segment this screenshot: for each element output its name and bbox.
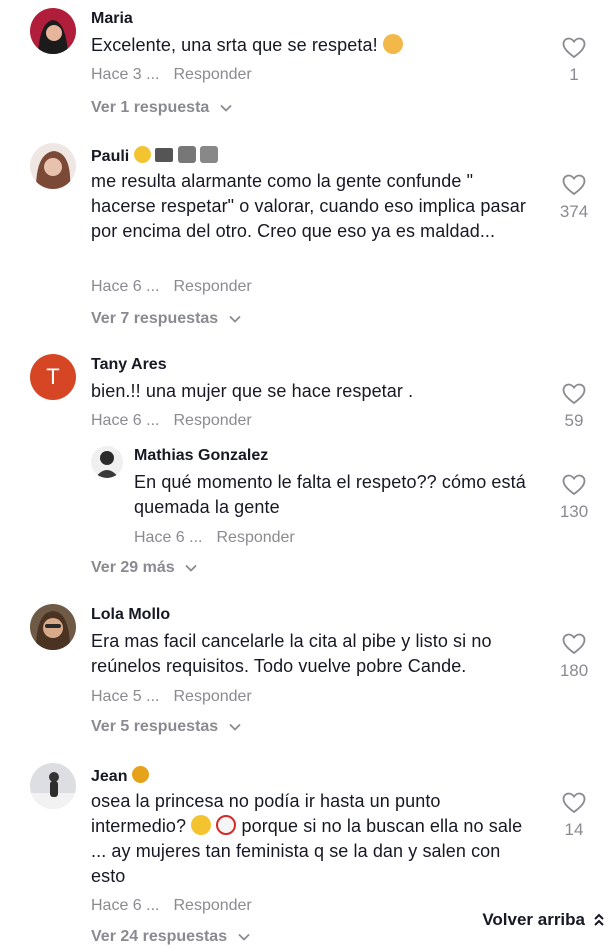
comment-username[interactable]: Lola Mollo <box>91 606 170 624</box>
comment-time: Hace 6 ... <box>91 412 160 429</box>
comment-username-text: Jean <box>91 768 128 785</box>
heart-icon <box>562 633 586 655</box>
double-chevron-up-icon <box>594 913 604 926</box>
view-replies-button[interactable]: Ver 1 respuesta <box>91 99 232 117</box>
avatar-letter: T <box>46 364 60 389</box>
like-count: 14 <box>564 820 584 839</box>
waves-emoji-icon <box>155 148 174 162</box>
sunflower-emoji-icon <box>131 766 149 783</box>
heart-icon <box>562 792 586 814</box>
view-more-replies-button[interactable]: Ver 29 más <box>91 559 197 577</box>
clown-face-emoji-icon <box>216 815 237 835</box>
reply-button[interactable]: Responder <box>173 688 251 705</box>
like-button[interactable]: 14 <box>556 792 592 840</box>
comment-text: bien.!! una mujer que se hace respetar . <box>91 381 414 401</box>
comment-meta: Hace 5 ... Responder <box>91 688 252 706</box>
comment-meta: Hace 6 ... Responder <box>91 897 252 915</box>
comment-time: Hace 6 ... <box>91 897 160 914</box>
view-replies-label: Ver 1 respuesta <box>91 99 210 116</box>
like-count: 59 <box>564 411 584 430</box>
avatar[interactable] <box>91 446 123 478</box>
heart-icon <box>562 174 586 196</box>
face-emoji-icon <box>133 146 151 163</box>
like-button[interactable]: 1 <box>556 37 592 85</box>
avatar[interactable] <box>30 8 76 54</box>
reply-text: En qué momento le falta el respeto?? cóm… <box>134 472 526 517</box>
like-button[interactable]: 180 <box>556 633 592 681</box>
avatar[interactable] <box>30 143 76 189</box>
back-to-top-button[interactable]: Volver arriba <box>459 900 609 940</box>
like-count: 130 <box>559 502 589 521</box>
like-count: 1 <box>569 65 579 84</box>
like-button[interactable]: 130 <box>556 474 592 522</box>
comment-username[interactable]: Jean <box>91 766 149 786</box>
avatar[interactable]: T <box>30 354 76 400</box>
comment-time: Hace 3 ... <box>91 66 160 83</box>
comment-time: Hace 5 ... <box>91 688 160 705</box>
view-replies-button[interactable]: Ver 5 respuestas <box>91 718 241 736</box>
view-replies-label: Ver 7 respuestas <box>91 310 219 327</box>
chevron-down-icon <box>237 933 250 941</box>
comment-username[interactable]: Maria <box>91 10 133 28</box>
back-to-top-label: Volver arriba <box>482 910 585 929</box>
comment-text: Excelente, una srta que se respeta! <box>91 33 531 58</box>
comment-meta: Hace 3 ... Responder <box>91 66 252 84</box>
reply-button[interactable]: Responder <box>173 66 251 83</box>
comment-meta: Hace 6 ... Responder <box>91 278 252 296</box>
chevron-down-icon <box>229 723 241 731</box>
avatar[interactable] <box>30 763 76 809</box>
like-button[interactable]: 59 <box>556 383 592 431</box>
heart-icon <box>562 383 586 405</box>
like-count: 374 <box>559 202 589 221</box>
comment-text: Era mas facil cancelarle la cita al pibe… <box>91 631 492 676</box>
view-replies-button[interactable]: Ver 24 respuestas <box>91 928 250 946</box>
chevron-down-icon <box>185 564 197 572</box>
reply-button[interactable]: Responder <box>173 897 251 914</box>
like-button[interactable]: 374 <box>556 174 592 222</box>
comment-text: me resulta alarmante como la gente confu… <box>91 171 526 241</box>
reply-button[interactable]: Responder <box>173 412 251 429</box>
heart-icon <box>562 37 586 59</box>
heart-icon <box>562 474 586 496</box>
view-replies-label: Ver 5 respuestas <box>91 718 219 735</box>
like-count: 180 <box>559 661 589 680</box>
chevron-down-icon <box>220 104 232 112</box>
thinking-face-emoji-icon <box>191 815 212 835</box>
comment-username-text: Pauli <box>91 148 130 165</box>
comment-username[interactable]: Pauli <box>91 146 219 166</box>
comment-time: Hace 6 ... <box>91 278 160 295</box>
chevron-down-icon <box>229 315 241 323</box>
comment-meta: Hace 6 ... Responder <box>91 412 252 430</box>
hands-emoji-icon <box>177 146 196 163</box>
comment-username[interactable]: Tany Ares <box>91 356 167 374</box>
plane-emoji-icon <box>200 146 219 163</box>
reply-time: Hace 6 ... <box>134 529 203 546</box>
comment-text-content: Excelente, una srta que se respeta! <box>91 35 378 55</box>
view-replies-label: Ver 29 más <box>91 559 175 576</box>
comment-text: osea la princesa no podía ir hasta un pu… <box>91 789 531 889</box>
smiling-face-hearts-emoji-icon <box>382 34 403 54</box>
view-replies-button[interactable]: Ver 7 respuestas <box>91 310 241 328</box>
reply-button[interactable]: Responder <box>173 278 251 295</box>
view-replies-label: Ver 24 respuestas <box>91 928 228 945</box>
reply-username[interactable]: Mathias Gonzalez <box>134 447 268 465</box>
reply-button[interactable]: Responder <box>216 529 294 546</box>
reply-meta: Hace 6 ... Responder <box>134 529 295 547</box>
avatar[interactable] <box>30 604 76 650</box>
